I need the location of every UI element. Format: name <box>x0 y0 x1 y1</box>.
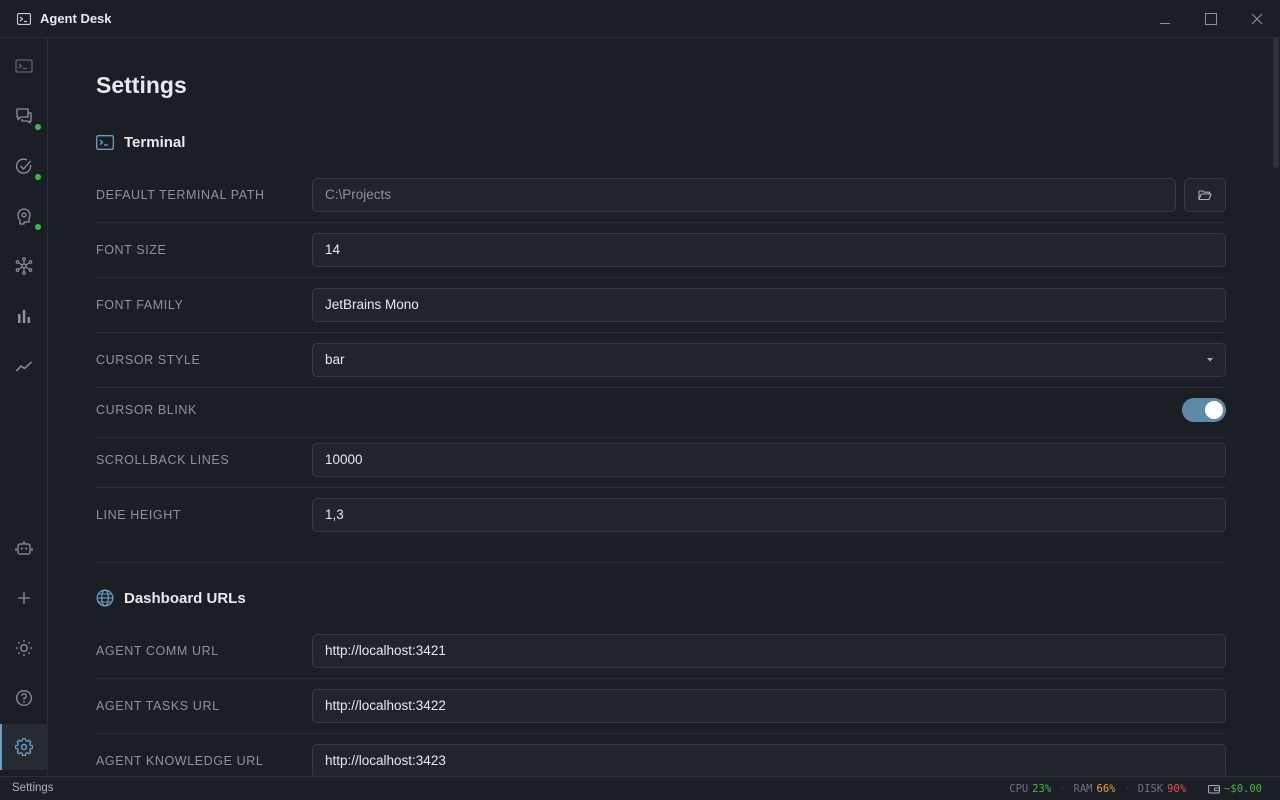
setting-row-font-family: FONT FAMILY JetBrains Mono <box>96 278 1226 333</box>
tasks-icon <box>15 158 32 174</box>
section-dashboard-header: Dashboard URLs <box>96 589 246 607</box>
ram-value: 66% <box>1096 782 1116 795</box>
select-value: bar <box>325 352 345 367</box>
scrollbar-thumb[interactable] <box>1273 38 1279 168</box>
cpu-label: CPU <box>1009 782 1029 795</box>
close-button[interactable] <box>1234 0 1280 38</box>
comm-url-input[interactable]: http://localhost:3421 <box>312 634 1226 668</box>
chat-icon <box>16 108 32 124</box>
wallet-icon <box>1208 784 1221 793</box>
knowledge-icon <box>17 208 31 225</box>
setting-label: LINE HEIGHT <box>96 508 182 522</box>
status-view-name: Settings <box>12 782 54 794</box>
status-bar: Settings CPU 23% · RAM 66% · DISK 90% ~$… <box>0 776 1280 800</box>
maximize-button[interactable] <box>1188 0 1234 38</box>
close-icon <box>1251 13 1263 25</box>
sidebar-item-agents[interactable] <box>0 525 48 571</box>
sidebar-item-settings[interactable] <box>0 724 48 770</box>
cost-indicator[interactable]: ~$0.00 <box>1208 783 1262 795</box>
setting-label: FONT FAMILY <box>96 298 184 312</box>
cost-value: ~$0.00 <box>1224 782 1262 795</box>
terminal-icon <box>15 59 33 73</box>
setting-row-font-size: FONT SIZE 14 <box>96 223 1226 278</box>
terminal-icon <box>17 12 31 26</box>
sidebar-item-add[interactable] <box>0 575 48 621</box>
graph-icon <box>15 257 33 275</box>
setting-row-cursor-style: CURSOR STYLE bar <box>96 333 1226 388</box>
setting-row-default-path: DEFAULT TERMINAL PATH C:\Projects <box>96 168 1226 223</box>
font-family-input[interactable]: JetBrains Mono <box>312 288 1226 322</box>
help-icon <box>16 690 32 706</box>
sidebar-item-comm[interactable] <box>0 93 48 139</box>
gear-icon <box>15 738 33 756</box>
disk-label: DISK <box>1137 782 1164 795</box>
knowledge-url-input[interactable]: http://localhost:3423 <box>312 744 1226 776</box>
scrollback-input[interactable]: 10000 <box>312 443 1226 477</box>
status-dot <box>35 174 41 180</box>
trend-icon <box>15 361 33 372</box>
setting-row-cursor-blink: CURSOR BLINK <box>96 388 1226 438</box>
setting-label: DEFAULT TERMINAL PATH <box>96 188 265 202</box>
setting-row-tasks-url: AGENT TASKS URL http://localhost:3422 <box>96 679 1226 734</box>
ram-label: RAM <box>1073 782 1093 795</box>
setting-label: CURSOR STYLE <box>96 353 201 367</box>
setting-label: FONT SIZE <box>96 243 167 257</box>
setting-row-line-height: LINE HEIGHT 1,3 <box>96 488 1226 543</box>
minimize-icon <box>1160 23 1170 24</box>
settings-page: Settings Terminal DEFAULT TERMINAL PATH … <box>48 38 1272 776</box>
maximize-icon <box>1205 13 1217 25</box>
plus-icon <box>18 592 30 604</box>
browse-folder-button[interactable] <box>1184 178 1226 212</box>
folder-open-icon <box>1198 190 1212 201</box>
sidebar-item-graph[interactable] <box>0 243 48 289</box>
separator: · <box>1123 782 1130 795</box>
sidebar-item-tasks[interactable] <box>0 143 48 189</box>
app-title: Agent Desk <box>40 11 112 26</box>
minimize-button[interactable] <box>1142 0 1188 38</box>
status-dot <box>35 124 41 130</box>
sidebar-item-knowledge[interactable] <box>0 193 48 239</box>
setting-row-scrollback: SCROLLBACK LINES 10000 <box>96 433 1226 488</box>
status-dot <box>35 224 41 230</box>
terminal-icon <box>96 133 114 151</box>
setting-row-knowledge-url: AGENT KNOWLEDGE URL http://localhost:342… <box>96 734 1226 776</box>
chevron-down-icon <box>1207 344 1213 376</box>
sidebar-item-terminal[interactable] <box>0 43 48 89</box>
setting-label: AGENT COMM URL <box>96 644 219 658</box>
sidebar-item-trends[interactable] <box>0 343 48 389</box>
sidebar <box>0 38 48 776</box>
robot-icon <box>15 541 33 555</box>
toggle-knob <box>1205 401 1223 419</box>
section-divider <box>96 562 1226 563</box>
page-title: Settings <box>96 72 187 98</box>
section-terminal-header: Terminal <box>96 133 185 151</box>
default-path-input[interactable]: C:\Projects <box>312 178 1176 212</box>
setting-row-comm-url: AGENT COMM URL http://localhost:3421 <box>96 624 1226 679</box>
cpu-value: 23% <box>1032 782 1052 795</box>
title-bar: Agent Desk <box>0 0 1280 38</box>
setting-label: AGENT TASKS URL <box>96 699 220 713</box>
setting-label: CURSOR BLINK <box>96 403 197 417</box>
sidebar-item-theme[interactable] <box>0 625 48 671</box>
cursor-style-select[interactable]: bar <box>312 343 1226 377</box>
font-size-input[interactable]: 14 <box>312 233 1226 267</box>
line-height-input[interactable]: 1,3 <box>312 498 1226 532</box>
scrollbar[interactable] <box>1272 38 1280 776</box>
setting-label: AGENT KNOWLEDGE URL <box>96 754 264 768</box>
setting-label: SCROLLBACK LINES <box>96 453 230 467</box>
sidebar-item-help[interactable] <box>0 675 48 721</box>
cursor-blink-toggle[interactable] <box>1182 398 1226 422</box>
section-title: Terminal <box>124 133 186 151</box>
sun-icon <box>16 640 32 656</box>
disk-value: 90% <box>1167 782 1187 795</box>
sidebar-item-stats[interactable] <box>0 293 48 339</box>
globe-icon <box>96 589 114 607</box>
tasks-url-input[interactable]: http://localhost:3422 <box>312 689 1226 723</box>
system-stats: CPU 23% · RAM 66% · DISK 90% ~$0.00 <box>1009 777 1262 800</box>
section-title: Dashboard URLs <box>124 589 246 607</box>
separator: · <box>1059 782 1066 795</box>
bar-chart-icon <box>18 310 31 323</box>
